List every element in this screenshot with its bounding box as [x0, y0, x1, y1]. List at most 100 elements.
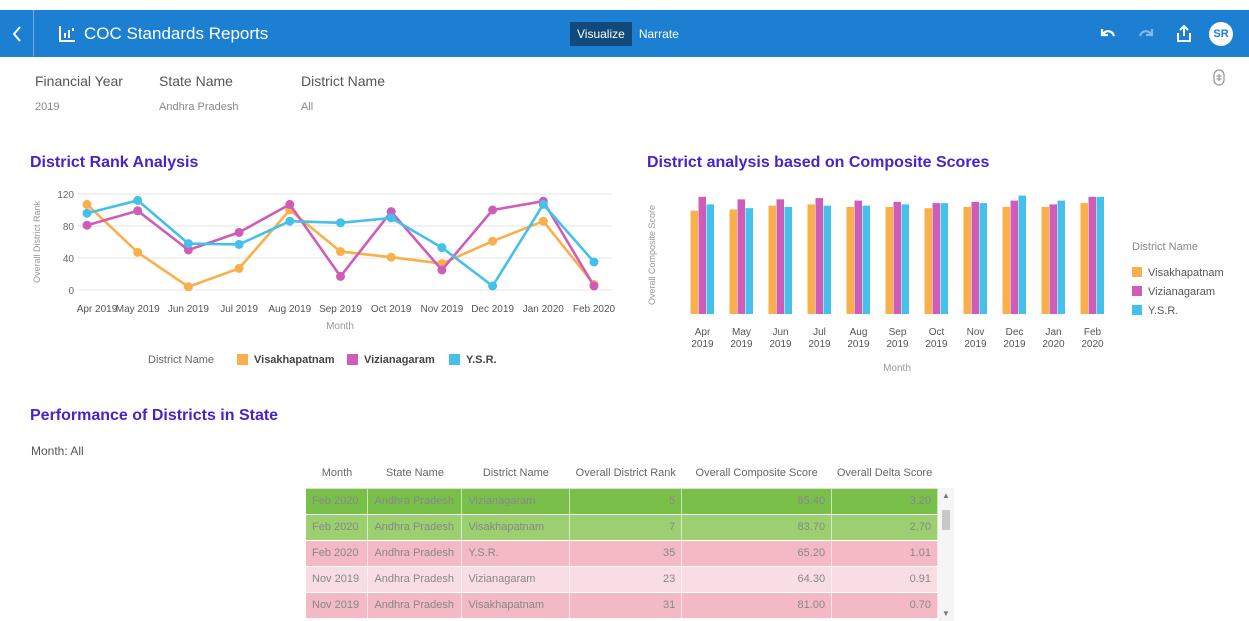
export-button[interactable]	[1165, 10, 1203, 57]
header-actions: SR	[1089, 10, 1233, 57]
bar	[901, 204, 909, 314]
filter-settings-icon[interactable]	[1211, 68, 1229, 88]
table-row[interactable]: Feb 2020 Andhra Pradesh Visakhapatnam 7 83.7…	[306, 514, 938, 541]
bar	[963, 206, 971, 314]
table-row[interactable]: Nov 2019 Andhra Pradesh Vizianagaram 23 64.3…	[306, 566, 938, 593]
bar	[846, 206, 854, 314]
bar	[1010, 200, 1018, 314]
x-tick-label: Jan 2020	[523, 304, 565, 315]
composite-score-bar-chart: Overall Composite ScoreApr2019May2019Jun…	[647, 195, 1224, 374]
bar	[745, 208, 753, 314]
x-tick-label: Jan	[1045, 327, 1061, 338]
chevron-left-icon	[12, 25, 21, 42]
tab-narrate[interactable]: Narrate	[632, 22, 686, 46]
bar	[1018, 195, 1026, 314]
data-point	[183, 239, 193, 249]
column-header[interactable]: State Name	[367, 459, 462, 489]
filter-value: 2019	[35, 101, 60, 113]
table-cell: Andhra Pradesh	[367, 488, 463, 515]
table-cell: Andhra Pradesh	[367, 592, 463, 619]
legend-label: Y.S.R.	[1148, 305, 1178, 317]
table-cell: 35	[569, 540, 683, 567]
bar	[893, 201, 901, 314]
back-button[interactable]	[0, 10, 34, 57]
bar	[815, 198, 823, 314]
tab-visualize[interactable]: Visualize	[570, 22, 632, 46]
x-tick-label: 2020	[1042, 339, 1065, 350]
x-tick-label: Sep	[889, 327, 907, 338]
x-tick-label: Jun	[772, 327, 788, 338]
data-point	[589, 257, 599, 267]
scroll-thumb[interactable]	[942, 510, 950, 530]
legend-title: District Name	[148, 354, 214, 366]
bar	[924, 208, 932, 314]
redo-icon	[1138, 28, 1154, 36]
rank-section-title: District Rank Analysis	[30, 154, 199, 171]
table-cell: Nov 2019	[306, 592, 369, 619]
data-point	[234, 239, 244, 249]
bar	[1080, 203, 1088, 314]
table-body: Feb 2020 Andhra Pradesh Vizianagaram 5 85.40…	[306, 488, 938, 619]
x-tick-label: 2020	[1081, 339, 1104, 350]
column-header[interactable]: Overall District Rank	[569, 459, 682, 489]
y-tick-label: 40	[63, 254, 75, 265]
table-row[interactable]: Feb 2020 Andhra Pradesh Vizianagaram 5 85.40…	[306, 488, 938, 515]
bar	[784, 206, 792, 314]
data-point	[234, 263, 244, 273]
x-tick-label: Oct 2019	[371, 304, 412, 315]
bar	[1096, 196, 1104, 314]
avatar[interactable]: SR	[1209, 21, 1233, 46]
bar	[729, 209, 737, 314]
table-row[interactable]: Nov 2019 Andhra Pradesh Visakhapatnam 31 81.…	[306, 592, 938, 619]
column-header[interactable]: District Name	[461, 459, 570, 489]
legend-label: Vizianagaram	[1148, 286, 1215, 298]
bar	[823, 205, 831, 314]
data-point	[437, 265, 447, 275]
data-point	[234, 227, 244, 237]
y-axis-label: Overall District Rank	[32, 200, 42, 283]
table-cell: Andhra Pradesh	[367, 566, 463, 593]
report-icon	[58, 25, 76, 43]
bar	[706, 204, 714, 314]
x-tick-label: Oct	[929, 327, 945, 338]
legend-swatch	[237, 354, 248, 365]
filter-state-name[interactable]: State Name Andhra Pradesh	[159, 73, 239, 113]
x-tick-label: Apr 2019	[77, 304, 118, 315]
table-row[interactable]: Feb 2020 Andhra Pradesh Y.S.R. 35 65.20 1.01	[306, 540, 938, 567]
x-tick-label: Feb	[1084, 327, 1102, 338]
performance-table: Month State Name District Name Overall Dist…	[306, 459, 954, 621]
table-scrollbar[interactable]: ▲ ▼	[938, 488, 954, 621]
table-cell: 65.20	[681, 540, 833, 567]
table-cell: Andhra Pradesh	[367, 540, 463, 567]
table-cell: 64.30	[681, 566, 833, 593]
scroll-down-icon[interactable]: ▼	[942, 609, 950, 618]
filter-label: Financial Year	[35, 73, 123, 89]
x-tick-label: 2019	[808, 339, 831, 350]
filter-district-name[interactable]: District Name All	[301, 73, 385, 113]
undo-button[interactable]	[1089, 10, 1127, 57]
data-point	[538, 216, 548, 226]
data-point	[82, 199, 92, 209]
bar	[1002, 206, 1010, 314]
data-point	[488, 281, 498, 291]
legend-title: District Name	[1132, 241, 1198, 253]
column-header[interactable]: Overall Composite Score	[681, 459, 832, 489]
column-header[interactable]: Overall Delta Score	[831, 459, 938, 489]
app-header: COC Standards Reports Visualize Narrate …	[0, 10, 1249, 57]
bar	[698, 196, 706, 314]
x-tick-label: 2019	[691, 339, 714, 350]
scroll-up-icon[interactable]: ▲	[942, 491, 950, 500]
x-tick-label: May 2019	[116, 304, 160, 315]
filter-financial-year[interactable]: Financial Year 2019	[35, 73, 123, 113]
bar	[737, 199, 745, 314]
data-point	[82, 208, 92, 218]
x-tick-label: 2019	[730, 339, 753, 350]
x-tick-label: 2019	[925, 339, 948, 350]
undo-icon	[1100, 28, 1116, 36]
redo-button[interactable]	[1127, 10, 1165, 57]
column-header[interactable]: Month	[306, 459, 368, 489]
bar	[1049, 204, 1057, 314]
data-point	[183, 282, 193, 292]
share-icon	[1177, 24, 1191, 42]
bar	[854, 200, 862, 314]
